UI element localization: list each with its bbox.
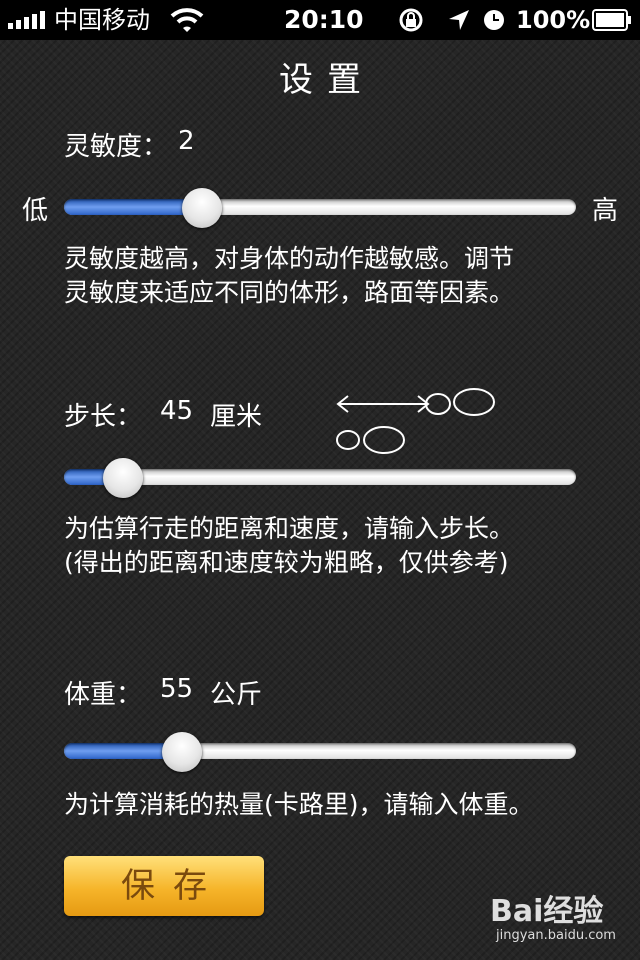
status-time: 20:10 xyxy=(284,5,364,34)
sensitivity-high-label: 高 xyxy=(592,196,619,226)
weight-label: 体重： xyxy=(64,680,143,710)
baidu-logo: Bai经验 xyxy=(490,894,604,929)
sensitivity-description-line: 灵敏度来适应不同的体形，路面等因素。 xyxy=(64,278,515,307)
carrier-name: 中国移动 xyxy=(54,6,150,34)
location-icon xyxy=(449,10,469,30)
sensitivity-low-label: 低 xyxy=(22,196,49,226)
weight-slider[interactable] xyxy=(64,732,576,772)
slider-thumb[interactable] xyxy=(182,188,223,228)
stride-value: 45 xyxy=(160,396,194,426)
sensitivity-value: 2 xyxy=(178,126,195,156)
save-button[interactable]: 保存 xyxy=(64,856,264,916)
slider-thumb[interactable] xyxy=(102,458,143,498)
battery-icon xyxy=(592,9,631,31)
sensitivity-description: 灵敏度越高，对身体的动作越敏感。调节 灵敏度来适应不同的体形，路面等因素。 xyxy=(64,242,514,310)
signal-icon xyxy=(8,11,48,29)
slider-thumb[interactable] xyxy=(161,732,202,772)
watermark-url: jingyan.baidu.com xyxy=(496,928,616,943)
stride-unit: 厘米 xyxy=(210,402,263,432)
weight-description: 为计算消耗的热量(卡路里)，请输入体重。 xyxy=(64,790,534,819)
status-bar: 中国移动 20:10 100% xyxy=(0,0,640,40)
sensitivity-slider[interactable] xyxy=(64,188,576,228)
stride-description: 为估算行走的距离和速度，请输入步长。 (得出的距离和速度较为粗略，仅供参考) xyxy=(64,512,514,580)
battery-percent: 100% xyxy=(516,6,591,34)
page-title: 设置 xyxy=(279,60,375,100)
alarm-icon xyxy=(484,10,504,30)
weight-value: 55 xyxy=(160,674,194,704)
sensitivity-description-line: 灵敏度越高，对身体的动作越敏感。调节 xyxy=(64,244,515,273)
wifi-icon xyxy=(170,8,204,32)
baidu-watermark: Bai经验 jingyan.baidu.com xyxy=(490,886,640,946)
rotation-lock-icon xyxy=(399,8,423,32)
stride-description-line: 为估算行走的距离和速度，请输入步长。 xyxy=(64,514,515,543)
stride-description-line: (得出的距离和速度较为粗略，仅供参考) xyxy=(64,548,509,577)
sensitivity-label: 灵敏度： xyxy=(64,132,169,162)
stride-slider[interactable] xyxy=(64,458,576,498)
weight-unit: 公斤 xyxy=(210,680,263,710)
stride-label: 步长： xyxy=(64,402,143,432)
footsteps-icon xyxy=(336,388,495,454)
